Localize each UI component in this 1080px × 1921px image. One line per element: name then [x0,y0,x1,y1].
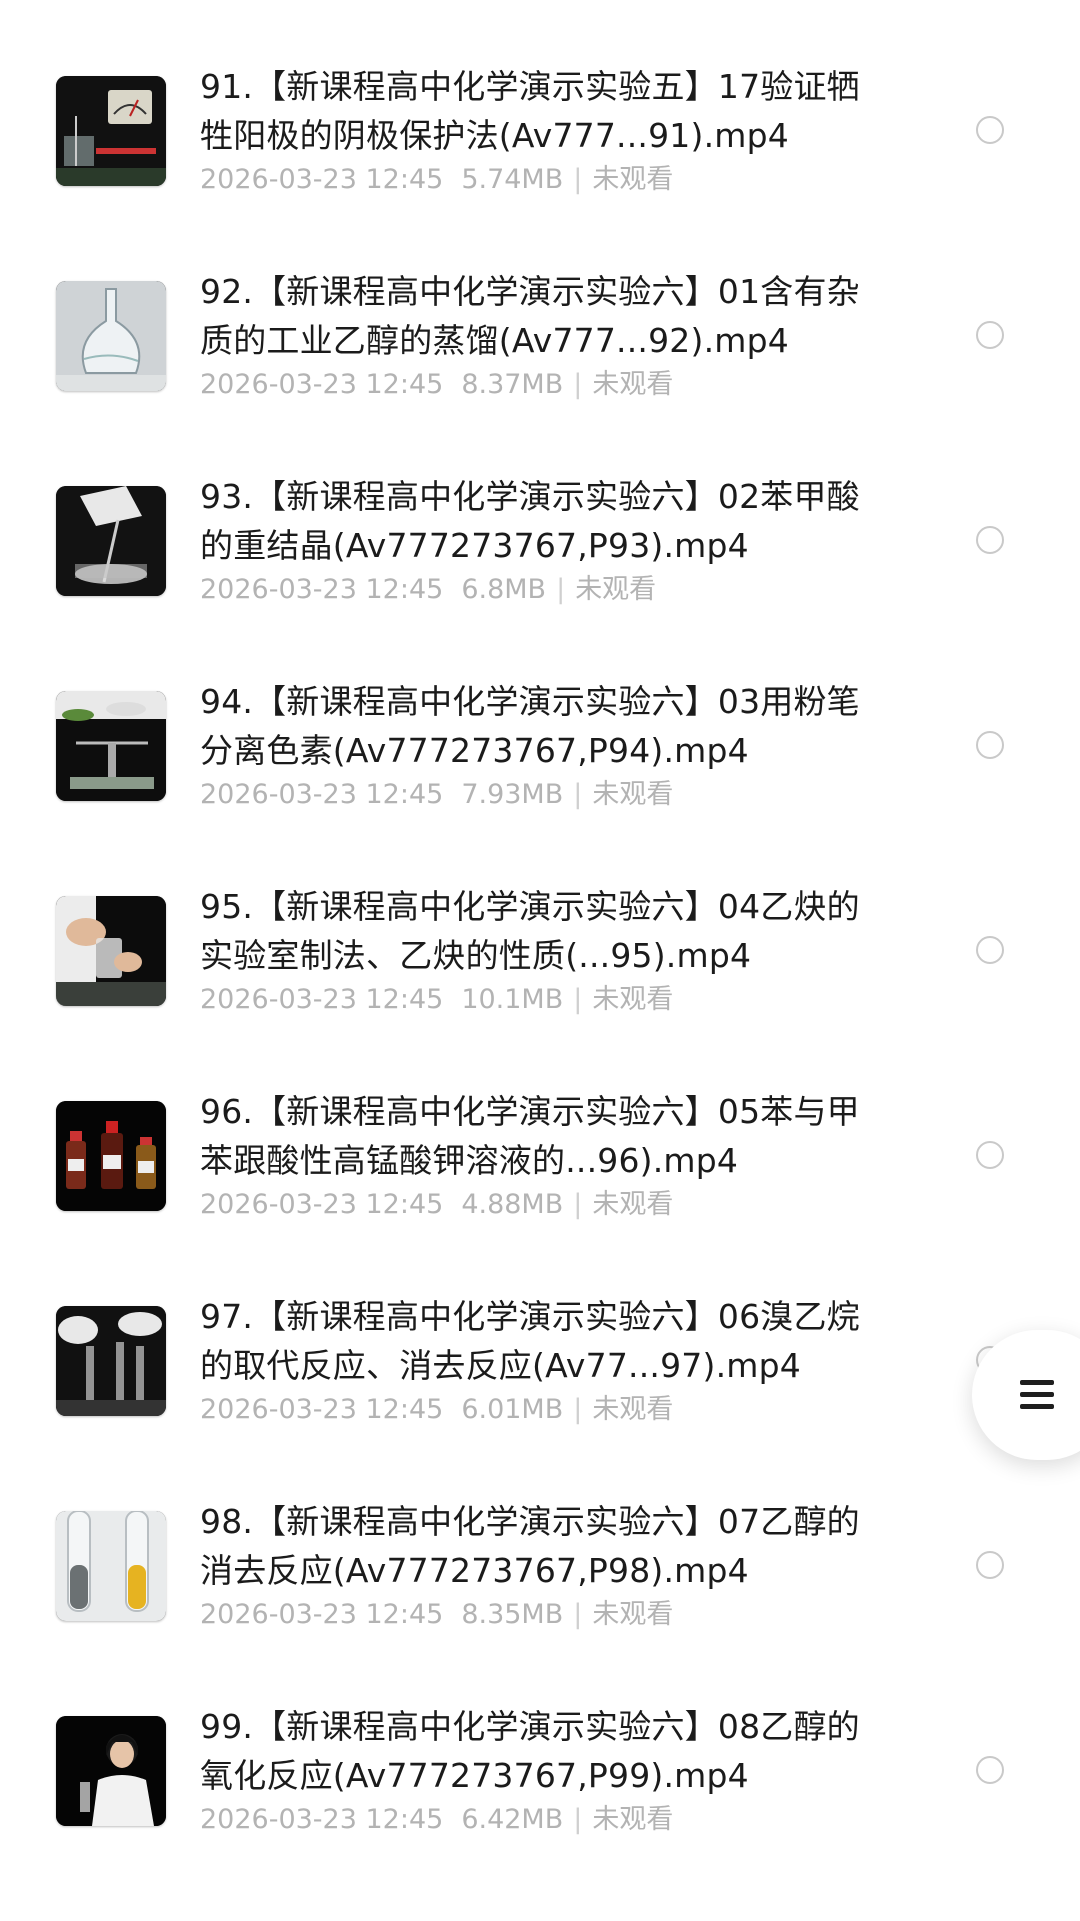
video-meta: 2026-03-23 12:45 8.37MB | 未观看 [200,367,900,403]
meta-divider: | [573,1189,583,1220]
video-date: 2026-03-23 12:45 [200,1394,444,1425]
video-meta: 2026-03-23 12:45 7.93MB | 未观看 [200,777,900,813]
video-date: 2026-03-23 12:45 [200,574,444,605]
video-size: 7.93MB [461,779,564,810]
select-radio[interactable] [976,321,1004,349]
video-date: 2026-03-23 12:45 [200,369,444,400]
select-radio[interactable] [976,1551,1004,1579]
video-size: 6.42MB [461,1804,564,1835]
video-date: 2026-03-23 12:45 [200,1189,444,1220]
select-radio[interactable] [976,936,1004,964]
meta-divider: | [556,574,566,605]
select-radio[interactable] [976,526,1004,554]
video-meta: 2026-03-23 12:45 8.35MB | 未观看 [200,1597,900,1633]
video-title[interactable]: 98.【新课程高中化学演示实验六】07乙醇的消去反应(Av777273767,P… [200,1497,880,1595]
menu-icon [1020,1380,1054,1416]
watch-status: 未观看 [592,1804,674,1835]
video-thumbnail[interactable] [56,486,166,596]
video-size: 6.8MB [461,574,547,605]
video-size: 6.01MB [461,1394,564,1425]
meta-divider: | [573,1394,583,1425]
meta-divider: | [573,984,583,1015]
meta-divider: | [573,369,583,400]
video-size: 4.88MB [461,1189,564,1220]
video-thumbnail[interactable] [56,1101,166,1211]
video-meta: 2026-03-23 12:45 10.1MB | 未观看 [200,982,900,1018]
video-date: 2026-03-23 12:45 [200,164,444,195]
video-size: 8.37MB [461,369,564,400]
video-list-item[interactable]: 99.【新课程高中化学演示实验六】08乙醇的氧化反应(Av777273767,P… [0,1707,1080,1921]
video-title[interactable]: 93.【新课程高中化学演示实验六】02苯甲酸的重结晶(Av777273767,P… [200,472,880,570]
watch-status: 未观看 [592,1394,674,1425]
video-meta: 2026-03-23 12:45 6.42MB | 未观看 [200,1802,900,1838]
video-title[interactable]: 94.【新课程高中化学演示实验六】03用粉笔分离色素(Av777273767,P… [200,677,880,775]
video-meta: 2026-03-23 12:45 4.88MB | 未观看 [200,1187,900,1223]
video-list-item[interactable]: 93.【新课程高中化学演示实验六】02苯甲酸的重结晶(Av777273767,P… [0,477,1080,691]
select-radio[interactable] [976,116,1004,144]
video-date: 2026-03-23 12:45 [200,779,444,810]
video-meta: 2026-03-23 12:45 6.8MB | 未观看 [200,572,900,608]
video-list-item[interactable]: 91.【新课程高中化学演示实验五】17验证牺牲阳极的阴极保护法(Av777...… [0,67,1080,281]
video-date: 2026-03-23 12:45 [200,1599,444,1630]
video-title[interactable]: 96.【新课程高中化学演示实验六】05苯与甲苯跟酸性高锰酸钾溶液的...96).… [200,1087,880,1185]
video-list-item[interactable]: 92.【新课程高中化学演示实验六】01含有杂质的工业乙醇的蒸馏(Av777...… [0,272,1080,486]
watch-status: 未观看 [592,1599,674,1630]
video-title[interactable]: 92.【新课程高中化学演示实验六】01含有杂质的工业乙醇的蒸馏(Av777...… [200,267,880,365]
video-thumbnail[interactable] [56,691,166,801]
meta-divider: | [573,779,583,810]
video-thumbnail[interactable] [56,1306,166,1416]
select-radio[interactable] [976,1141,1004,1169]
video-list-item[interactable]: 97.【新课程高中化学演示实验六】06溴乙烷的取代反应、消去反应(Av77...… [0,1297,1080,1511]
select-radio[interactable] [976,731,1004,759]
video-list-item[interactable]: 98.【新课程高中化学演示实验六】07乙醇的消去反应(Av777273767,P… [0,1502,1080,1716]
select-radio[interactable] [976,1756,1004,1784]
video-title[interactable]: 97.【新课程高中化学演示实验六】06溴乙烷的取代反应、消去反应(Av77...… [200,1292,880,1390]
video-title[interactable]: 91.【新课程高中化学演示实验五】17验证牺牲阳极的阴极保护法(Av777...… [200,62,880,160]
video-list-item[interactable]: 96.【新课程高中化学演示实验六】05苯与甲苯跟酸性高锰酸钾溶液的...96).… [0,1092,1080,1306]
watch-status: 未观看 [575,574,657,605]
video-title[interactable]: 95.【新课程高中化学演示实验六】04乙炔的实验室制法、乙炔的性质(...95)… [200,882,880,980]
video-list-item[interactable]: 94.【新课程高中化学演示实验六】03用粉笔分离色素(Av777273767,P… [0,682,1080,896]
meta-divider: | [573,1599,583,1630]
video-thumbnail[interactable] [56,896,166,1006]
video-title[interactable]: 99.【新课程高中化学演示实验六】08乙醇的氧化反应(Av777273767,P… [200,1702,880,1800]
video-thumbnail[interactable] [56,76,166,186]
watch-status: 未观看 [592,164,674,195]
video-list-item[interactable]: 95.【新课程高中化学演示实验六】04乙炔的实验室制法、乙炔的性质(...95)… [0,887,1080,1101]
video-size: 10.1MB [461,984,564,1015]
watch-status: 未观看 [592,984,674,1015]
video-meta: 2026-03-23 12:45 5.74MB | 未观看 [200,162,900,198]
watch-status: 未观看 [592,1189,674,1220]
video-meta: 2026-03-23 12:45 6.01MB | 未观看 [200,1392,900,1428]
video-thumbnail[interactable] [56,1511,166,1621]
video-size: 8.35MB [461,1599,564,1630]
video-thumbnail[interactable] [56,1716,166,1826]
video-thumbnail[interactable] [56,281,166,391]
watch-status: 未观看 [592,369,674,400]
video-date: 2026-03-23 12:45 [200,984,444,1015]
video-date: 2026-03-23 12:45 [200,1804,444,1835]
meta-divider: | [573,1804,583,1835]
video-size: 5.74MB [461,164,564,195]
watch-status: 未观看 [592,779,674,810]
meta-divider: | [573,164,583,195]
